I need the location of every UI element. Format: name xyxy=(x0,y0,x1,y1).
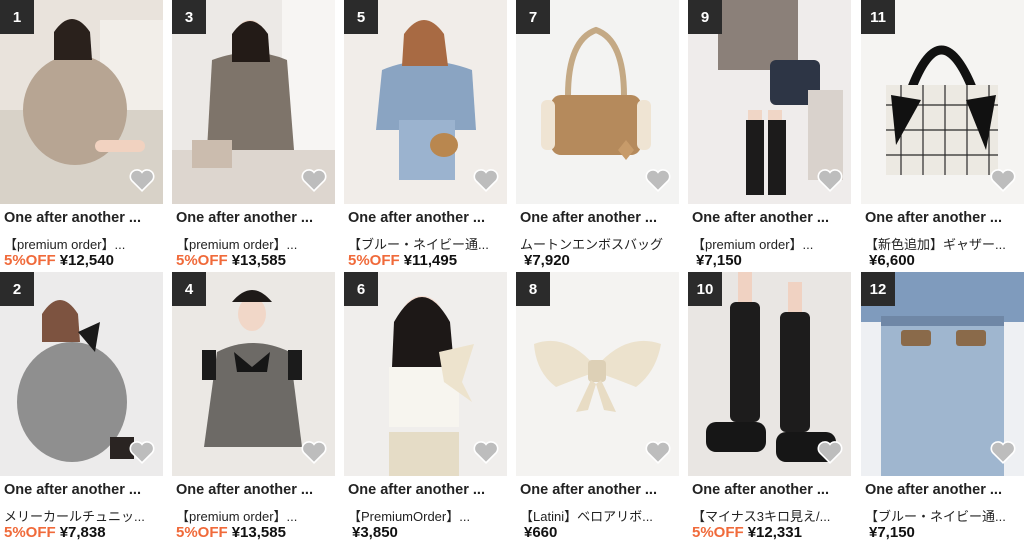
product-card[interactable]: 4 One after another ... 【premium order】.… xyxy=(172,272,335,542)
heart-icon[interactable] xyxy=(815,165,845,195)
rank-badge: 5 xyxy=(344,0,378,34)
heart-icon[interactable] xyxy=(815,437,845,467)
heart-icon[interactable] xyxy=(988,437,1018,467)
product-card[interactable]: 10 One after another ... 【マイナス3キロ見え/... … xyxy=(688,272,851,542)
rank-badge: 4 xyxy=(172,272,206,306)
price-line: ¥660 xyxy=(520,524,557,541)
product-card[interactable]: 2 One after another ... メリーカールチュニッ... 5%… xyxy=(0,272,163,542)
price-line: ¥6,600 xyxy=(865,252,915,269)
brand-name[interactable]: One after another ... xyxy=(4,482,160,498)
heart-icon[interactable] xyxy=(127,437,157,467)
product-name[interactable]: 【新色追加】ギャザー... xyxy=(865,234,1021,253)
price-line: ¥7,920 xyxy=(520,252,570,269)
product-name[interactable]: メリーカールチュニッ... xyxy=(4,506,160,525)
ranking-grid: 1 One after another ... 【premium order】.… xyxy=(0,0,1024,545)
price-line: 5%OFF ¥13,585 xyxy=(176,252,286,269)
product-card[interactable]: 9 One after another ... 【premium order】.… xyxy=(688,0,851,270)
product-card[interactable]: 7 One after another ... ムートンエンボスバッグ ¥7,9… xyxy=(516,0,679,270)
discount-label: 5%OFF xyxy=(4,252,56,269)
product-name[interactable]: 【ブルー・ネイビー通... xyxy=(348,234,504,253)
price-line: 5%OFF ¥11,495 xyxy=(348,252,457,269)
product-card[interactable]: 6 One after another ... 【PremiumOrder】..… xyxy=(344,272,507,542)
heart-icon[interactable] xyxy=(988,165,1018,195)
product-name[interactable]: 【PremiumOrder】... xyxy=(348,506,504,525)
rank-badge: 2 xyxy=(0,272,34,306)
discount-label: 5%OFF xyxy=(348,252,400,269)
price-value: ¥12,540 xyxy=(59,252,114,269)
heart-icon[interactable] xyxy=(643,437,673,467)
discount-label: 5%OFF xyxy=(692,524,744,541)
heart-icon[interactable] xyxy=(471,165,501,195)
heart-icon[interactable] xyxy=(299,165,329,195)
price-line: 5%OFF ¥13,585 xyxy=(176,524,286,541)
product-card[interactable]: 5 One after another ... 【ブルー・ネイビー通... 5%… xyxy=(344,0,507,270)
price-value: ¥13,585 xyxy=(231,252,286,269)
rank-badge: 12 xyxy=(861,272,895,306)
price-value: ¥660 xyxy=(524,524,558,541)
brand-name[interactable]: One after another ... xyxy=(692,482,848,498)
heart-icon[interactable] xyxy=(299,437,329,467)
brand-name[interactable]: One after another ... xyxy=(4,210,160,226)
product-card[interactable]: 8 One after another ... 【Latini】ベロアリボ...… xyxy=(516,272,679,542)
heart-icon[interactable] xyxy=(127,165,157,195)
brand-name[interactable]: One after another ... xyxy=(348,482,504,498)
brand-name[interactable]: One after another ... xyxy=(692,210,848,226)
brand-name[interactable]: One after another ... xyxy=(520,210,676,226)
product-name[interactable]: ムートンエンボスバッグ xyxy=(520,234,676,253)
rank-badge: 10 xyxy=(688,272,722,306)
brand-name[interactable]: One after another ... xyxy=(348,210,504,226)
price-value: ¥3,850 xyxy=(352,524,398,541)
discount-label: 5%OFF xyxy=(176,252,228,269)
heart-icon[interactable] xyxy=(643,165,673,195)
rank-badge: 8 xyxy=(516,272,550,306)
product-card[interactable]: 3 One after another ... 【premium order】.… xyxy=(172,0,335,270)
brand-name[interactable]: One after another ... xyxy=(520,482,676,498)
price-line: 5%OFF ¥7,838 xyxy=(4,524,106,541)
brand-name[interactable]: One after another ... xyxy=(176,482,332,498)
product-name[interactable]: 【Latini】ベロアリボ... xyxy=(520,506,676,525)
brand-name[interactable]: One after another ... xyxy=(865,482,1021,498)
price-value: ¥11,495 xyxy=(403,252,458,269)
product-name[interactable]: 【premium order】... xyxy=(692,234,848,253)
product-card[interactable]: 1 One after another ... 【premium order】.… xyxy=(0,0,163,270)
product-name[interactable]: 【ブルー・ネイビー通... xyxy=(865,506,1021,525)
brand-name[interactable]: One after another ... xyxy=(176,210,332,226)
brand-name[interactable]: One after another ... xyxy=(865,210,1021,226)
product-name[interactable]: 【premium order】... xyxy=(176,506,332,525)
rank-badge: 1 xyxy=(0,0,34,34)
discount-label: 5%OFF xyxy=(176,524,228,541)
heart-icon[interactable] xyxy=(471,437,501,467)
price-line: 5%OFF ¥12,331 xyxy=(692,524,802,541)
price-value: ¥12,331 xyxy=(747,524,802,541)
price-line: ¥3,850 xyxy=(348,524,398,541)
product-name[interactable]: 【premium order】... xyxy=(176,234,332,253)
rank-badge: 9 xyxy=(688,0,722,34)
price-line: 5%OFF ¥12,540 xyxy=(4,252,114,269)
discount-label: 5%OFF xyxy=(4,524,56,541)
price-value: ¥6,600 xyxy=(869,252,915,269)
rank-badge: 3 xyxy=(172,0,206,34)
product-card[interactable]: 12 One after another ... 【ブルー・ネイビー通... ¥… xyxy=(861,272,1024,542)
price-line: ¥7,150 xyxy=(692,252,742,269)
product-name[interactable]: 【premium order】... xyxy=(4,234,160,253)
price-value: ¥7,838 xyxy=(59,524,106,541)
price-value: ¥7,920 xyxy=(524,252,570,269)
price-value: ¥7,150 xyxy=(869,524,915,541)
rank-badge: 11 xyxy=(861,0,895,34)
price-value: ¥7,150 xyxy=(696,252,742,269)
rank-badge: 7 xyxy=(516,0,550,34)
product-card[interactable]: 11 One after another ... 【新色追加】ギャザー... ¥… xyxy=(861,0,1024,270)
rank-badge: 6 xyxy=(344,272,378,306)
product-name[interactable]: 【マイナス3キロ見え/... xyxy=(692,506,848,525)
price-value: ¥13,585 xyxy=(231,524,286,541)
price-line: ¥7,150 xyxy=(865,524,915,541)
